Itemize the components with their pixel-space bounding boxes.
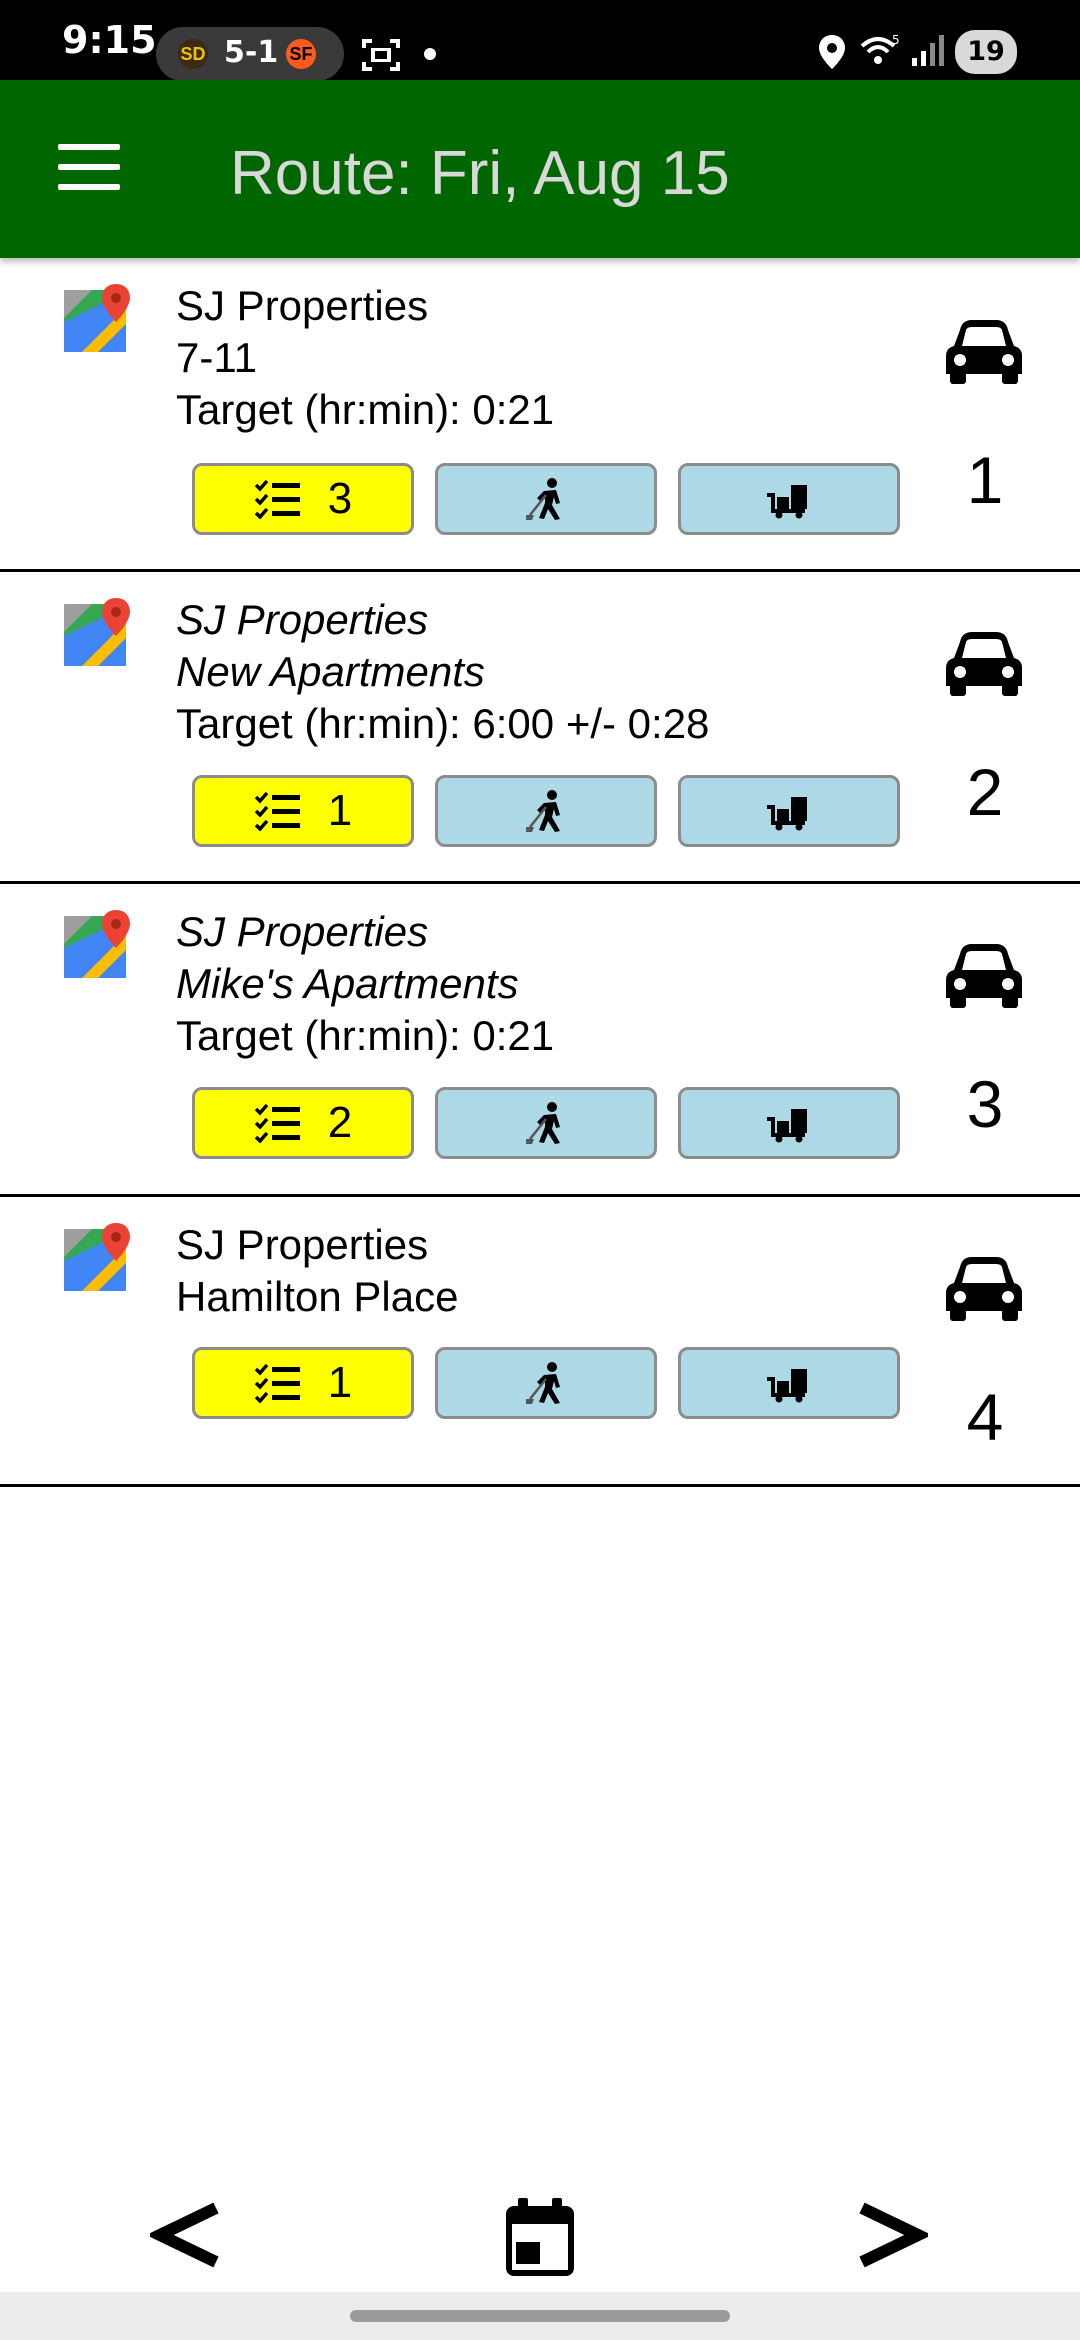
- google-maps-icon[interactable]: [62, 282, 134, 354]
- app-bar: Route: Fri, Aug 15: [0, 80, 1080, 258]
- stop-number: 1: [966, 443, 1004, 517]
- next-day-button[interactable]: [858, 2202, 928, 2268]
- stop-target-time: Target (hr:min): 0:21: [176, 386, 555, 433]
- cleaning-service-button[interactable]: [435, 775, 657, 847]
- delivery-button[interactable]: [678, 775, 900, 847]
- delivery-button[interactable]: [678, 1087, 900, 1159]
- tasks-button[interactable]: 3: [192, 463, 414, 535]
- calendar-icon[interactable]: [504, 2198, 576, 2278]
- stop-location-name: Mike's Apartments: [176, 960, 519, 1007]
- hamburger-menu-icon[interactable]: [58, 144, 120, 194]
- home-gesture-handle[interactable]: [350, 2310, 730, 2322]
- hand-truck-boxes-icon: [767, 485, 807, 519]
- stop-client-name: SJ Properties: [176, 1221, 429, 1268]
- previous-day-button[interactable]: [150, 2202, 220, 2268]
- system-gesture-bar: [0, 2292, 1080, 2340]
- score-text: 5-1: [224, 35, 279, 70]
- stop-location-name: New Apartments: [176, 648, 485, 695]
- janitor-icon: [526, 790, 560, 832]
- checklist-icon: [254, 791, 300, 831]
- stop-client-name: SJ Properties: [176, 282, 429, 329]
- janitor-icon: [526, 1362, 560, 1404]
- location-icon: [819, 35, 845, 69]
- google-maps-icon[interactable]: [62, 908, 134, 980]
- checklist-icon: [254, 479, 300, 519]
- task-count: 1: [327, 786, 353, 835]
- route-stop: SJ Properties 7-11 Target (hr:min): 0:21…: [0, 258, 1080, 572]
- stop-details: SJ Properties Hamilton Place: [176, 1219, 458, 1323]
- cleaning-service-button[interactable]: [435, 463, 657, 535]
- stop-number: 3: [966, 1067, 1004, 1141]
- task-count: 3: [327, 474, 353, 523]
- route-stop-list: SJ Properties 7-11 Target (hr:min): 0:21…: [0, 258, 1080, 1487]
- bottom-nav: [0, 2180, 1080, 2290]
- car-icon: [946, 944, 1022, 1008]
- score-notification: SD 5-1 SF: [156, 27, 344, 81]
- hand-truck-boxes-icon: [767, 797, 807, 831]
- stop-target-time: Target (hr:min): 6:00 +/- 0:28: [176, 700, 710, 747]
- stop-number: 2: [966, 755, 1004, 829]
- route-stop: SJ Properties New Apartments Target (hr:…: [0, 572, 1080, 884]
- signal-icon: [912, 35, 944, 66]
- route-stop: SJ Properties Mike's Apartments Target (…: [0, 884, 1080, 1197]
- janitor-icon: [526, 1102, 560, 1144]
- task-count: 2: [327, 1098, 353, 1147]
- screenshot-icon: [362, 39, 400, 71]
- tasks-button[interactable]: 1: [192, 1347, 414, 1419]
- hand-truck-boxes-icon: [767, 1109, 807, 1143]
- page-title: Route: Fri, Aug 15: [230, 139, 730, 208]
- google-maps-icon[interactable]: [62, 1221, 134, 1293]
- stop-details: SJ Properties New Apartments Target (hr:…: [176, 594, 709, 750]
- stop-location-name: Hamilton Place: [176, 1273, 459, 1320]
- checklist-icon: [254, 1103, 300, 1143]
- route-stop: SJ Properties Hamilton Place 1 4: [0, 1197, 1080, 1487]
- padres-logo-icon: SD: [178, 39, 208, 69]
- task-count: 1: [327, 1358, 353, 1407]
- stop-client-name: SJ Properties: [176, 596, 429, 643]
- tasks-button[interactable]: 1: [192, 775, 414, 847]
- status-time: 9:15: [62, 18, 157, 62]
- notification-dot-icon: [424, 48, 436, 60]
- wifi-icon: 5: [860, 34, 900, 64]
- cleaning-service-button[interactable]: [435, 1087, 657, 1159]
- stop-location-name: 7-11: [176, 334, 257, 381]
- stop-client-name: SJ Properties: [176, 908, 429, 955]
- giants-logo-icon: SF: [286, 39, 316, 69]
- car-icon: [946, 632, 1022, 696]
- stop-number: 4: [966, 1380, 1004, 1454]
- status-bar: 9:15 SD 5-1 SF 5 19: [0, 0, 1080, 81]
- hand-truck-boxes-icon: [767, 1369, 807, 1403]
- delivery-button[interactable]: [678, 1347, 900, 1419]
- cleaning-service-button[interactable]: [435, 1347, 657, 1419]
- stop-details: SJ Properties 7-11 Target (hr:min): 0:21: [176, 280, 554, 436]
- car-icon: [946, 320, 1022, 384]
- svg-text:5: 5: [892, 34, 900, 47]
- car-icon: [946, 1257, 1022, 1321]
- janitor-icon: [526, 478, 560, 520]
- battery-icon: 19: [955, 30, 1017, 74]
- google-maps-icon[interactable]: [62, 596, 134, 668]
- delivery-button[interactable]: [678, 463, 900, 535]
- checklist-icon: [254, 1363, 300, 1403]
- tasks-button[interactable]: 2: [192, 1087, 414, 1159]
- stop-details: SJ Properties Mike's Apartments Target (…: [176, 906, 554, 1062]
- stop-target-time: Target (hr:min): 0:21: [176, 1012, 555, 1059]
